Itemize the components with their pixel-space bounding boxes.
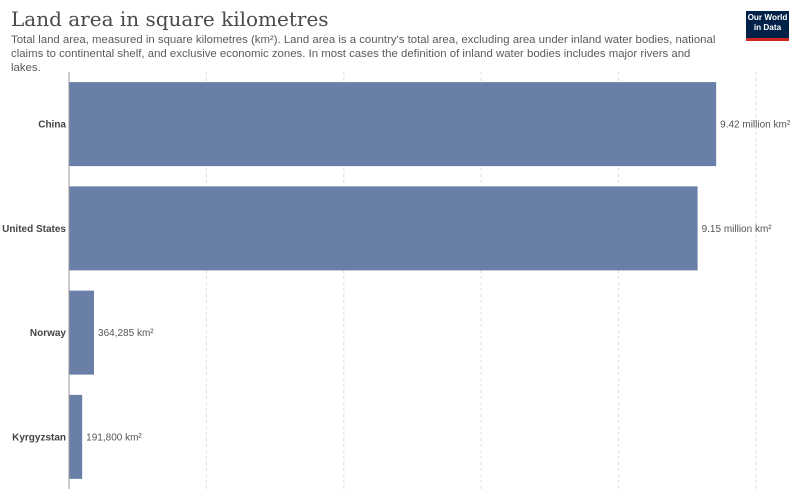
- value-label: 364,285 km²: [98, 328, 154, 339]
- category-label: Norway: [30, 328, 67, 339]
- bar[interactable]: [69, 290, 95, 375]
- value-label: 9.15 million km²: [702, 224, 773, 235]
- bar[interactable]: [69, 186, 698, 271]
- category-label: Kyrgyzstan: [12, 432, 66, 443]
- value-label: 191,800 km²: [86, 432, 142, 443]
- bars: [69, 82, 717, 479]
- category-label: China: [38, 120, 66, 131]
- bar[interactable]: [69, 82, 717, 167]
- value-label: 9.42 million km²: [720, 120, 791, 131]
- category-label: United States: [2, 224, 66, 235]
- labels: China 9.42 million km² United States 9.15 m…: [2, 120, 791, 444]
- bar-chart: China 9.42 million km² United States 9.15 m…: [2, 72, 791, 489]
- bar[interactable]: [69, 394, 83, 479]
